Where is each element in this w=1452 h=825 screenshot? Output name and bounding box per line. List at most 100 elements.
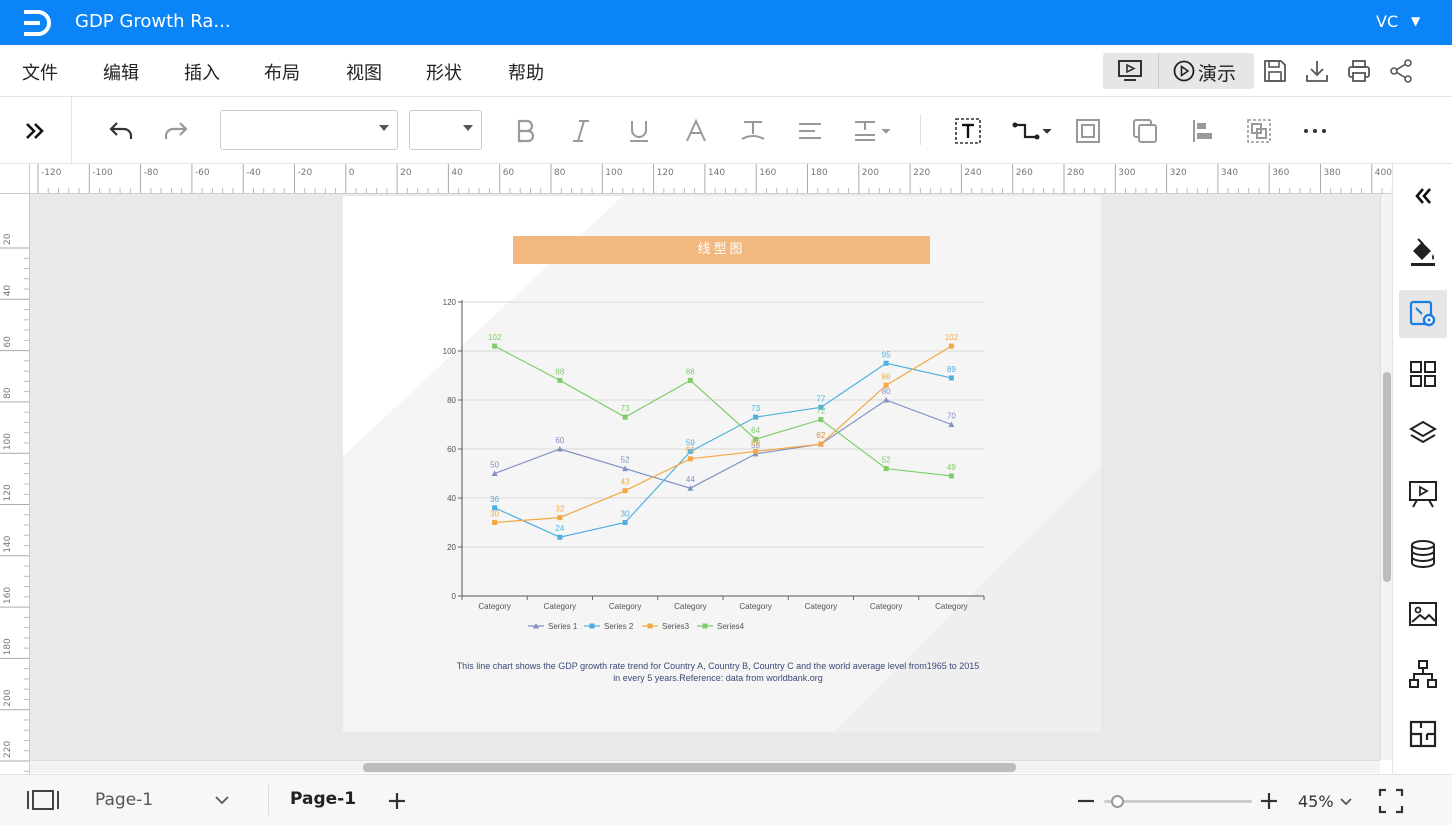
print-icon[interactable] — [1346, 58, 1372, 84]
group-icon[interactable] — [1245, 117, 1273, 145]
drawing-canvas[interactable]: 线型图 0 20 40 60 80 100 120 Category Category Categ… — [30, 194, 1380, 760]
legend-label: Series 2 — [604, 622, 634, 631]
chevron-down-icon[interactable] — [1339, 797, 1353, 806]
menu-view[interactable]: 视图 — [346, 59, 382, 85]
page-panel-icon[interactable] — [26, 789, 60, 811]
zoom-out-icon[interactable] — [1076, 791, 1096, 811]
bold-icon[interactable] — [511, 117, 539, 145]
font-color-icon[interactable] — [682, 117, 710, 145]
menu-shape[interactable]: 形状 — [426, 59, 462, 85]
font-size-select[interactable] — [409, 110, 482, 150]
horizontal-scrollbar-thumb[interactable] — [363, 763, 1016, 772]
bring-front-icon[interactable] — [1074, 117, 1102, 145]
x-tick-label: Category — [478, 602, 510, 611]
ruler-label: -80 — [144, 168, 159, 178]
fullscreen-icon[interactable] — [1378, 788, 1404, 814]
download-icon[interactable] — [1304, 58, 1330, 84]
font-family-select[interactable] — [220, 110, 398, 150]
chart-description[interactable]: This line chart shows the GDP growth rat… — [453, 660, 983, 684]
present-label: 演示 — [1198, 63, 1237, 85]
document-title[interactable]: GDP Growth Ra... — [75, 11, 231, 32]
ruler-label: 100 — [605, 168, 622, 178]
data-label: 88 — [686, 367, 695, 376]
underline-icon[interactable] — [625, 117, 653, 145]
menu-edit[interactable]: 编辑 — [103, 59, 139, 85]
data-label: 73 — [751, 404, 760, 413]
data-point — [753, 436, 759, 442]
share-icon[interactable] — [1388, 58, 1414, 84]
send-back-icon[interactable] — [1131, 117, 1159, 145]
menu-insert[interactable]: 插入 — [184, 59, 220, 85]
ruler-label: -60 — [195, 168, 210, 178]
zoom-slider-thumb[interactable] — [1111, 795, 1125, 808]
text-style-icon[interactable] — [739, 117, 767, 145]
chart-header-banner[interactable]: 线型图 — [513, 236, 930, 264]
save-icon[interactable] — [1262, 58, 1288, 84]
format-toolbar — [0, 97, 1452, 164]
vertical-ruler-scale: 20 40 60 80 100 120 140 160 180 200 220 — [0, 233, 29, 772]
x-tick-label: Category — [674, 602, 706, 611]
menu-layout[interactable]: 布局 — [264, 59, 300, 85]
data-point — [818, 417, 824, 423]
legend-label: Series3 — [662, 622, 690, 631]
data-label: 32 — [555, 505, 564, 514]
data-label: 86 — [882, 372, 891, 381]
legend-label: Series 1 — [548, 622, 578, 631]
italic-icon[interactable] — [567, 117, 595, 145]
zoom-level[interactable]: 45% — [1298, 792, 1334, 811]
widgets-icon[interactable] — [1407, 358, 1439, 390]
ruler-label: 80 — [3, 387, 13, 399]
more-icon[interactable] — [1301, 117, 1329, 145]
redo-icon[interactable] — [162, 117, 190, 145]
app-logo-icon[interactable] — [20, 8, 54, 38]
menu-file[interactable]: 文件 — [22, 59, 58, 85]
chevron-down-icon[interactable] — [214, 795, 230, 805]
page-settings-icon[interactable] — [1407, 298, 1439, 330]
ruler-label: 160 — [759, 168, 776, 178]
data-label: 95 — [882, 350, 891, 359]
text-box-icon[interactable] — [954, 117, 982, 145]
data-point — [492, 520, 498, 525]
database-icon[interactable] — [1407, 538, 1439, 570]
user-menu[interactable]: VC — [1376, 12, 1398, 31]
collapse-panel-icon[interactable] — [1407, 180, 1439, 212]
ruler-label: 200 — [3, 689, 13, 706]
horizontal-scrollbar[interactable] — [30, 760, 1380, 773]
line-chart[interactable]: 0 20 40 60 80 100 120 Category Category Category C… — [423, 292, 1003, 638]
floor-plan-icon[interactable] — [1407, 718, 1439, 750]
presentation-icon[interactable] — [1407, 478, 1439, 510]
connector-icon[interactable] — [1010, 117, 1054, 145]
align-left-icon[interactable] — [796, 117, 824, 145]
ruler-label: 100 — [3, 433, 13, 450]
ruler-label: -20 — [298, 168, 313, 178]
page-selector[interactable]: Page-1 — [95, 790, 153, 810]
align-objects-icon[interactable] — [1189, 117, 1217, 145]
add-page-icon[interactable] — [387, 791, 407, 811]
vertical-scrollbar[interactable] — [1380, 194, 1392, 760]
slideshow-icon[interactable] — [1117, 59, 1143, 83]
zoom-slider-track[interactable] — [1104, 800, 1252, 803]
org-chart-icon[interactable] — [1407, 658, 1439, 690]
expand-panel-icon[interactable] — [22, 117, 50, 145]
data-label: 64 — [751, 426, 760, 435]
ruler-label: 140 — [708, 168, 725, 178]
data-point — [687, 456, 693, 462]
ruler-label: -120 — [41, 168, 62, 178]
present-button[interactable]: 演示 — [1163, 53, 1253, 89]
divider — [920, 115, 921, 145]
image-icon[interactable] — [1407, 598, 1439, 630]
ruler-label: 340 — [1221, 168, 1238, 178]
document-page[interactable]: 线型图 0 20 40 60 80 100 120 Category Category Categ… — [343, 196, 1101, 732]
chevron-down-icon[interactable]: ▼ — [1411, 14, 1420, 28]
data-label: 24 — [555, 524, 564, 533]
data-point — [753, 448, 759, 454]
tab-page-1[interactable]: Page-1 — [290, 789, 356, 809]
layers-icon[interactable] — [1407, 418, 1439, 450]
zoom-in-icon[interactable] — [1259, 791, 1279, 811]
fill-bucket-icon[interactable] — [1407, 236, 1439, 268]
play-circle-icon — [1173, 60, 1195, 82]
undo-icon[interactable] — [107, 117, 135, 145]
menu-help[interactable]: 帮助 — [508, 59, 544, 85]
line-spacing-icon[interactable] — [852, 117, 894, 145]
vertical-scrollbar-thumb[interactable] — [1383, 372, 1391, 582]
